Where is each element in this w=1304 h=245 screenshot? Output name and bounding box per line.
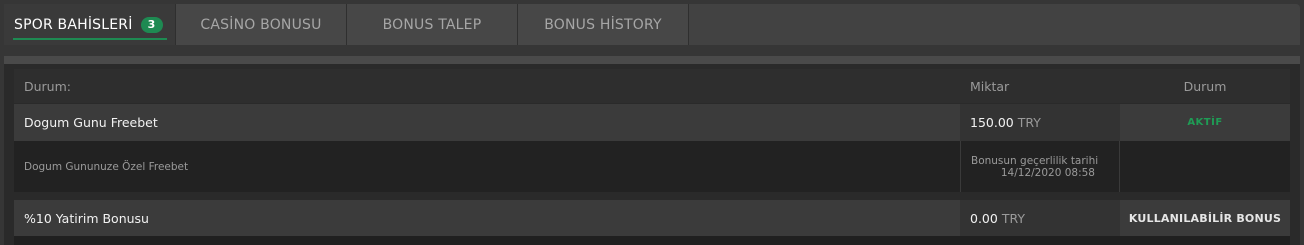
bonus-row[interactable]: %10 Yatirim Bonusu 0.00 TRY KULLANILABİL…	[14, 200, 1290, 236]
table-header: Durum: Miktar Durum	[14, 69, 1290, 103]
bonus-currency: TRY	[1017, 115, 1041, 130]
bonus-status-cell: KULLANILABİLİR BONUS	[1120, 200, 1290, 236]
bonus-amount-cell: 150.00 TRY	[960, 104, 1120, 141]
next-row-edge	[14, 236, 1290, 245]
tab-bonus-history[interactable]: BONUS HİSTORY	[518, 4, 689, 45]
validity-label: Bonusun geçerlilik tarihi	[971, 154, 1099, 167]
tab-spor-bahisleri[interactable]: SPOR BAHİSLERİ 3	[4, 4, 176, 45]
validity-date: 14/12/2020 08:58	[1000, 166, 1095, 179]
bonus-name: %10 Yatirim Bonusu	[24, 210, 149, 226]
count-badge: 3	[140, 16, 163, 33]
bonus-amount-cell: 0.00 TRY	[960, 200, 1120, 236]
bonus-description: Dogum Gununuze Özel Freebet	[24, 160, 189, 173]
bonus-status-cell: AKTİF	[1120, 104, 1290, 141]
bonus-row[interactable]: Dogum Gunu Freebet 150.00 TRY AKTİF	[14, 104, 1290, 141]
header-status-left: Durum:	[24, 78, 71, 94]
bonus-tabs: SPOR BAHİSLERİ 3 CASİNO BONUSU BONUS TAL…	[4, 4, 1300, 45]
header-status-right: Durum	[1183, 78, 1227, 94]
tab-label: BONUS TALEP	[382, 16, 482, 33]
tab-casino-bonusu[interactable]: CASİNO BONUSU	[176, 4, 347, 45]
tab-label: BONUS HİSTORY	[544, 16, 662, 33]
tab-bonus-talep[interactable]: BONUS TALEP	[347, 4, 518, 45]
tabs-divider	[4, 56, 1300, 64]
bonus-detail-row: Dogum Gununuze Özel Freebet Bonusun geçe…	[14, 141, 1290, 192]
bonus-currency: TRY	[1001, 210, 1026, 226]
header-amount: Miktar	[970, 78, 1010, 94]
tab-label: SPOR BAHİSLERİ	[14, 16, 133, 33]
tab-label: CASİNO BONUSU	[200, 16, 322, 33]
bonus-name: Dogum Gunu Freebet	[24, 115, 158, 130]
validity-cell: Bonusun geçerlilik tarihi 14/12/2020 08:…	[960, 141, 1120, 192]
status-badge: KULLANILABİLİR BONUS	[1128, 211, 1282, 225]
bonus-amount: 0.00	[970, 210, 998, 226]
bonus-amount: 150.00	[970, 115, 1014, 130]
bonus-table: Durum: Miktar Durum Dogum Gunu Freebet 1…	[4, 64, 1300, 245]
status-badge: AKTİF	[1187, 117, 1223, 128]
